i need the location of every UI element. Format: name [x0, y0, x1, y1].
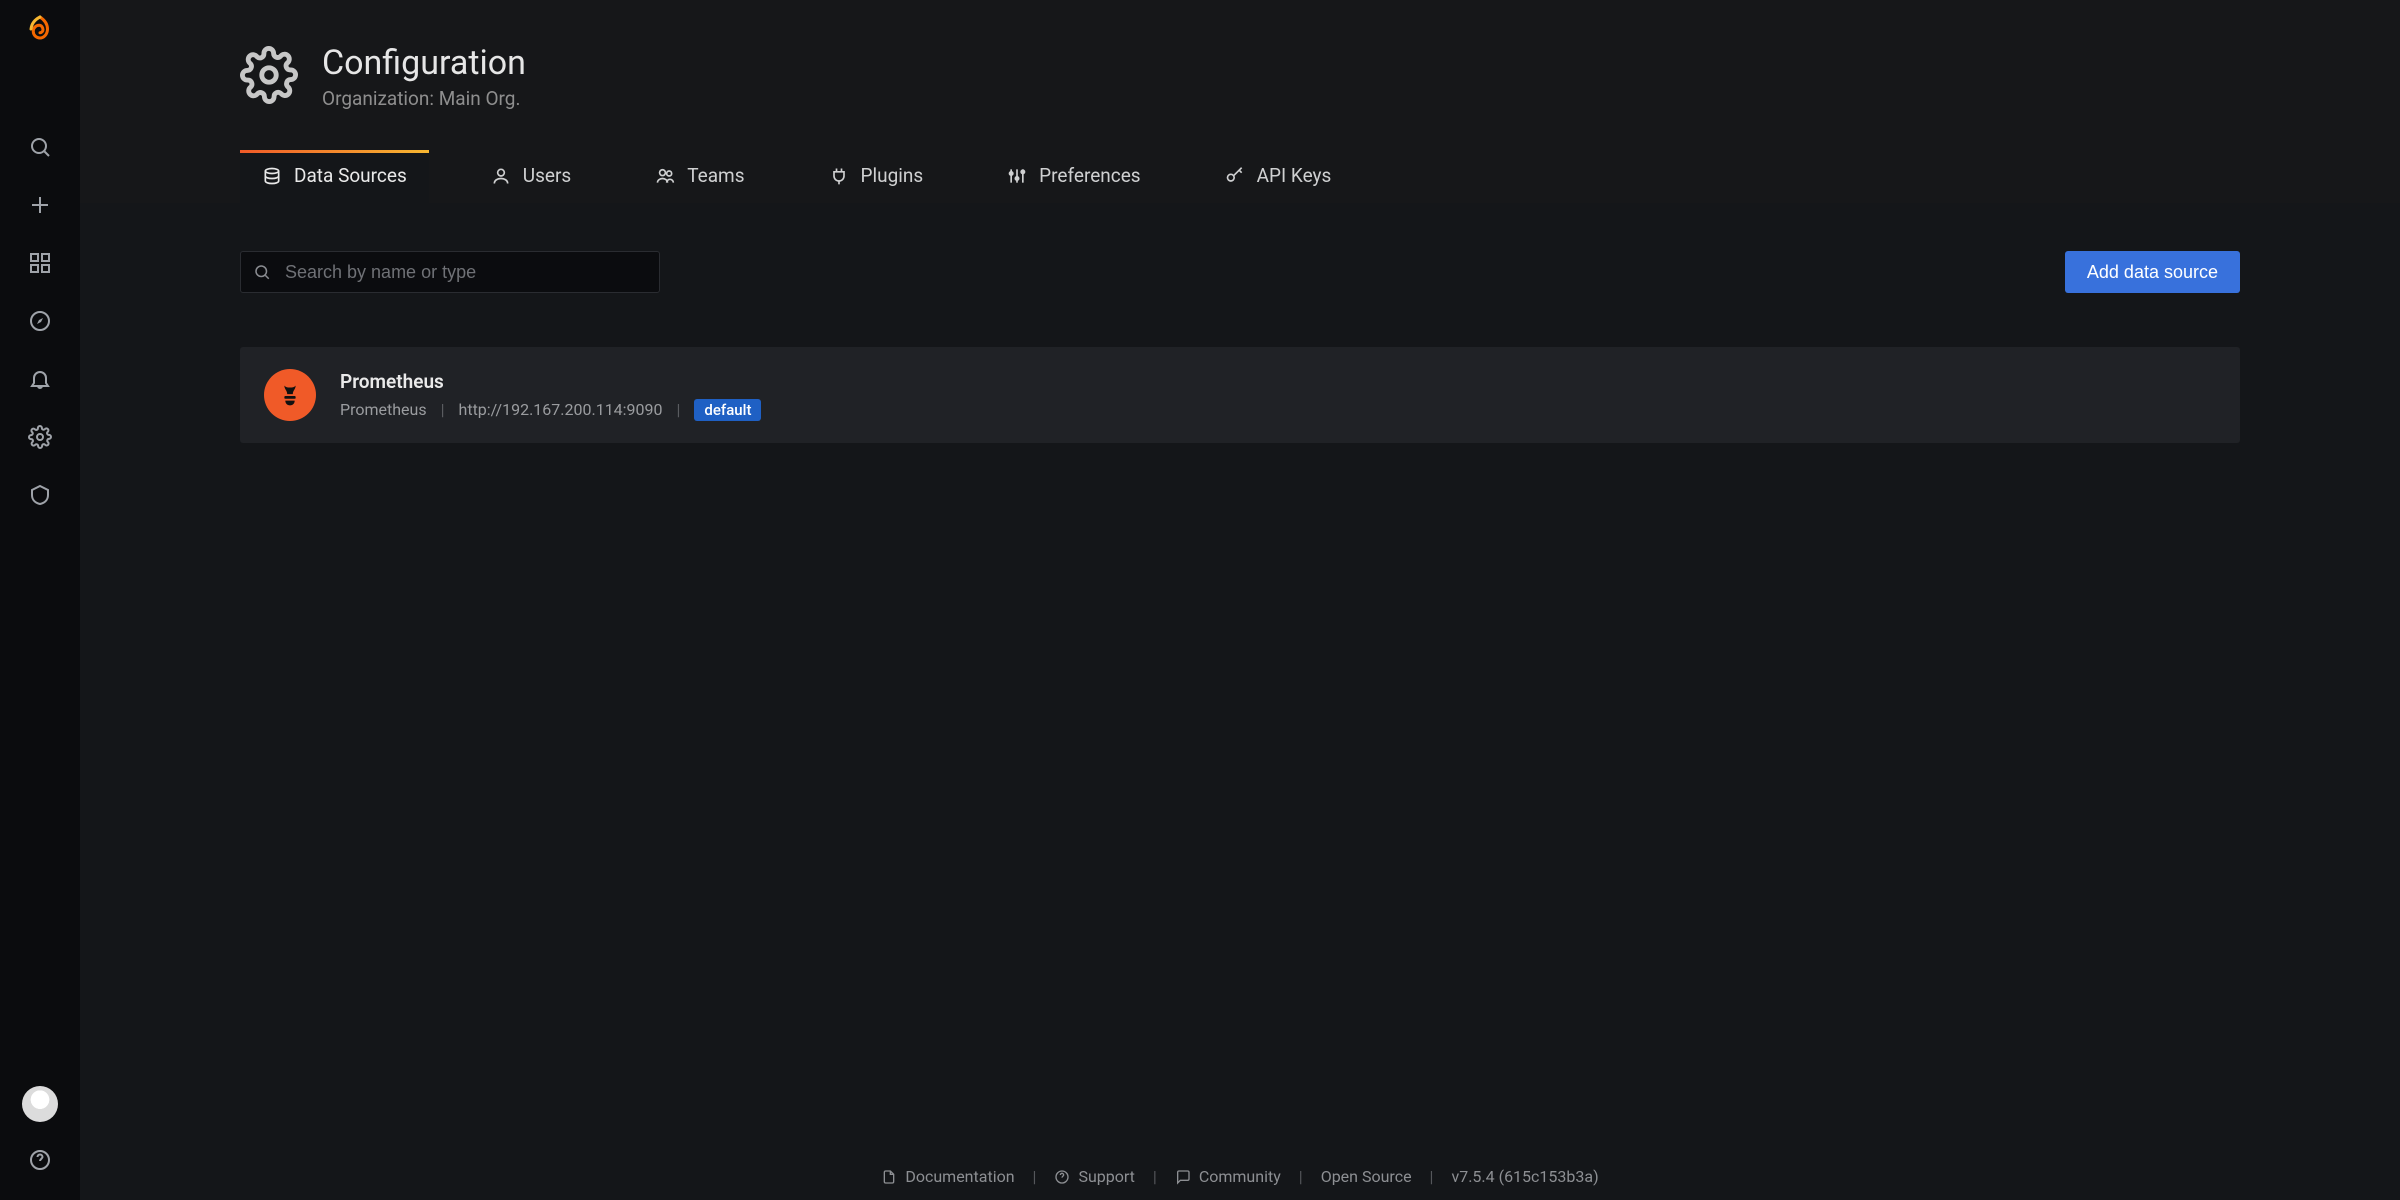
tab-label: Users [523, 164, 571, 187]
sidebar-nav [28, 135, 52, 507]
explore-icon[interactable] [28, 309, 52, 333]
user-avatar[interactable] [22, 1086, 58, 1122]
main: Configuration Organization: Main Org. Da… [80, 0, 2400, 1200]
datasource-list: Prometheus Prometheus | http://192.167.2… [240, 347, 2240, 443]
tab-data-sources[interactable]: Data Sources [240, 150, 429, 203]
datasource-name: Prometheus [340, 370, 761, 393]
sidebar [0, 0, 80, 1200]
separator: | [1153, 1167, 1157, 1186]
datasource-type: Prometheus [340, 400, 427, 419]
configuration-icon[interactable] [28, 425, 52, 449]
tab-preferences[interactable]: Preferences [985, 150, 1162, 203]
separator: | [677, 400, 681, 419]
datasource-url: http://192.167.200.114:9090 [459, 400, 663, 419]
content: Add data source Prometheus Promet [80, 203, 2400, 1200]
page-subtitle: Organization: Main Org. [322, 87, 526, 110]
datasource-meta: Prometheus | http://192.167.200.114:9090… [340, 399, 761, 421]
sidebar-bottom [22, 1086, 58, 1200]
page-header: Configuration Organization: Main Org. Da… [80, 0, 2400, 203]
separator: | [1299, 1167, 1303, 1186]
tab-label: Teams [687, 164, 744, 187]
tab-api-keys[interactable]: API Keys [1203, 150, 1354, 203]
action-row: Add data source [240, 251, 2240, 293]
footer-open-source[interactable]: Open Source [1321, 1167, 1412, 1186]
footer: Documentation | Support | Community | Op… [80, 1167, 2400, 1186]
tab-label: API Keys [1257, 164, 1332, 187]
grafana-logo[interactable] [22, 14, 58, 55]
search-icon [253, 263, 271, 281]
datasource-row[interactable]: Prometheus Prometheus | http://192.167.2… [240, 347, 2240, 443]
search-input[interactable] [283, 261, 647, 284]
footer-version: v7.5.4 (615c153b3a) [1451, 1167, 1598, 1186]
footer-community[interactable]: Community [1175, 1167, 1281, 1186]
separator: | [1033, 1167, 1037, 1186]
add-data-source-button[interactable]: Add data source [2065, 251, 2240, 293]
gear-icon [240, 46, 298, 109]
tabs: Data Sources Users Teams Plugins Prefere… [80, 150, 2400, 203]
tab-users[interactable]: Users [469, 150, 593, 203]
footer-support[interactable]: Support [1054, 1167, 1134, 1186]
default-badge: default [694, 399, 761, 421]
tab-label: Data Sources [294, 164, 407, 187]
separator: | [1430, 1167, 1434, 1186]
tab-label: Plugins [861, 164, 924, 187]
help-icon[interactable] [28, 1148, 52, 1172]
create-icon[interactable] [28, 193, 52, 217]
tab-teams[interactable]: Teams [633, 150, 766, 203]
separator: | [441, 400, 445, 419]
search-icon[interactable] [28, 135, 52, 159]
app-root: Configuration Organization: Main Org. Da… [0, 0, 2400, 1200]
tab-label: Preferences [1039, 164, 1140, 187]
prometheus-icon [264, 369, 316, 421]
search-field[interactable] [240, 251, 660, 293]
server-admin-icon[interactable] [28, 483, 52, 507]
datasource-info: Prometheus Prometheus | http://192.167.2… [340, 370, 761, 421]
footer-documentation[interactable]: Documentation [881, 1167, 1014, 1186]
dashboards-icon[interactable] [28, 251, 52, 275]
tab-plugins[interactable]: Plugins [807, 150, 946, 203]
alerting-icon[interactable] [28, 367, 52, 391]
page-title: Configuration [322, 44, 526, 83]
